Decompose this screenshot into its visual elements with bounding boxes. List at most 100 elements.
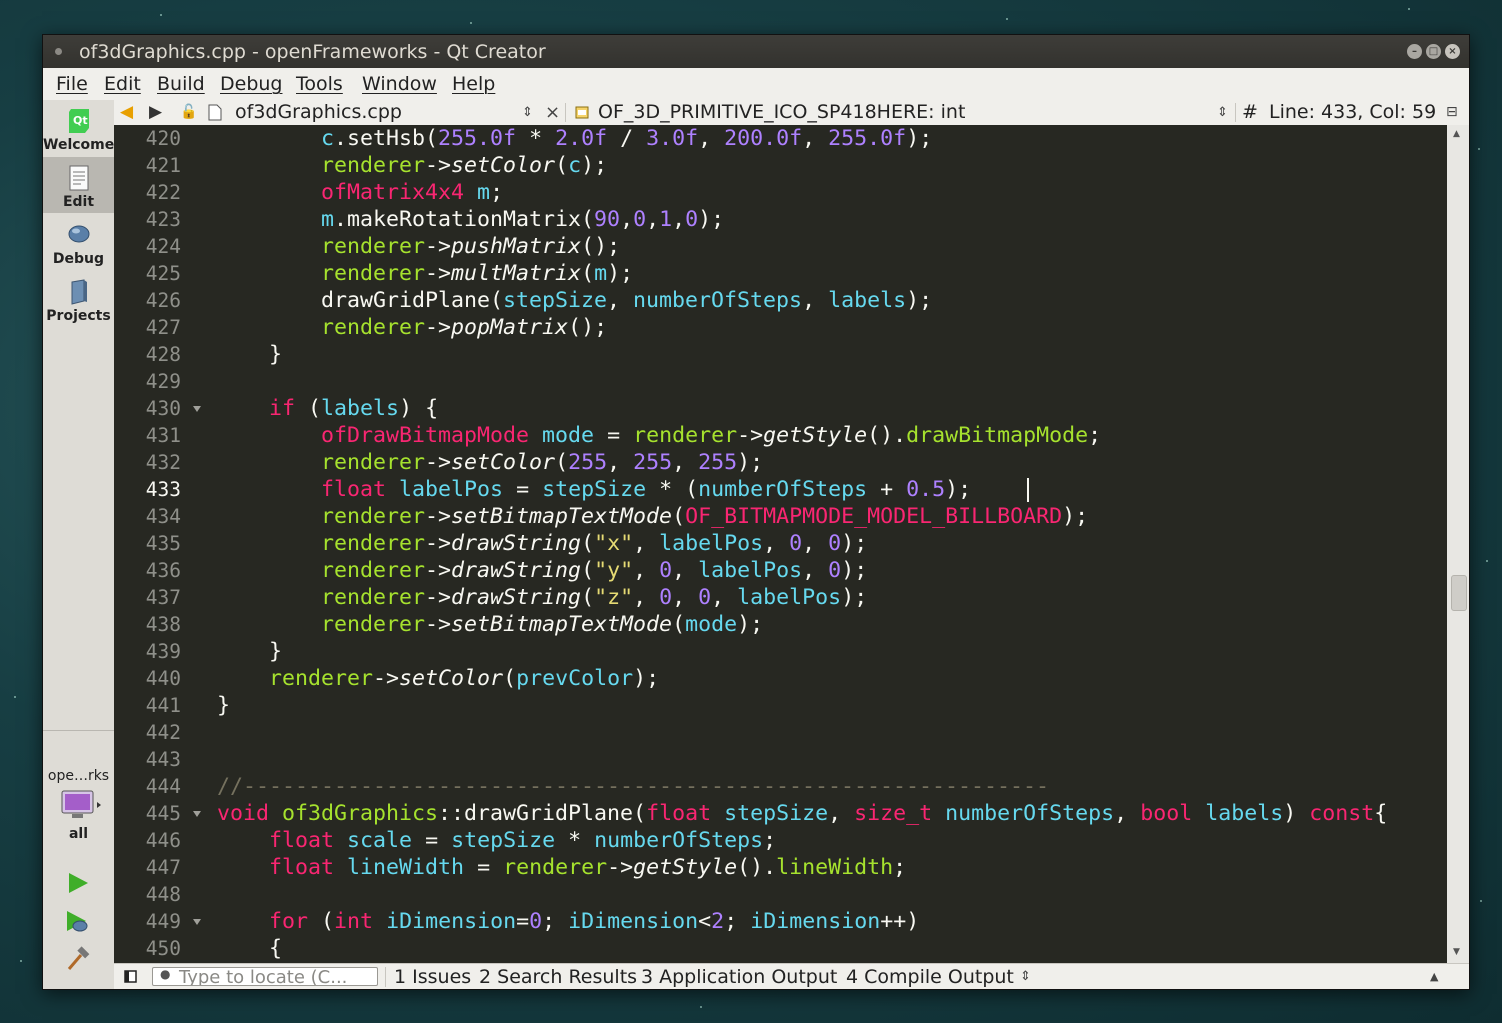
scroll-up-icon[interactable]: ▲: [1453, 129, 1460, 139]
line-number: 426: [145, 289, 181, 312]
pane-compile-output[interactable]: 4 Compile Output: [846, 964, 1014, 989]
folder-icon: [71, 279, 87, 305]
target-project-label: ope…rks: [47, 768, 110, 784]
text-cursor: [1027, 478, 1029, 502]
line-number: 449: [145, 910, 181, 933]
title-bar[interactable]: of3dGraphics.cpp - openFrameworks - Qt C…: [43, 35, 1469, 68]
menu-build[interactable]: Build: [157, 72, 205, 96]
line-number: 445: [145, 802, 181, 825]
menu-edit[interactable]: Edit: [104, 72, 141, 96]
debug-run-button[interactable]: [65, 910, 91, 938]
symbol-selector[interactable]: OF_3D_PRIMITIVE_ICO_SP418HERE: int: [598, 100, 965, 125]
build-button[interactable]: [65, 946, 91, 976]
line-number: 433: [145, 478, 181, 501]
line-number: 420: [145, 127, 181, 150]
pane-more-arrows-icon[interactable]: ⇕: [1020, 964, 1031, 989]
code-line: renderer->setBitmapTextMode(mode);: [321, 612, 764, 637]
code-line: drawGridPlane(stepSize, numberOfSteps, l…: [217, 288, 933, 313]
line-number: 436: [145, 559, 181, 582]
window-menu-icon[interactable]: [55, 48, 62, 55]
line-number: 447: [145, 856, 181, 879]
code-line: renderer->pushMatrix();: [321, 234, 621, 259]
code-line: m.makeRotationMatrix(90,0,1,0);: [321, 207, 725, 232]
code-line: renderer->setColor(c);: [321, 153, 608, 178]
line-number: 428: [145, 343, 181, 366]
code-line: renderer->setColor(255, 255, 255);: [321, 450, 764, 475]
code-line: renderer->drawString("z", 0, 0, labelPos…: [321, 585, 868, 610]
line-number: 424: [145, 235, 181, 258]
code-line: }: [217, 639, 283, 664]
menu-debug[interactable]: Debug: [220, 72, 282, 96]
forward-arrow-icon[interactable]: ▶: [149, 100, 162, 125]
pane-search-results[interactable]: 2 Search Results: [479, 964, 637, 989]
menu-file[interactable]: File: [56, 72, 88, 96]
code-line: renderer->setBitmapTextMode(OF_BITMAPMOD…: [321, 504, 1089, 529]
code-line: renderer->setColor(prevColor);: [269, 666, 660, 691]
run-button[interactable]: [67, 872, 89, 898]
line-number: 440: [145, 667, 181, 690]
code-line: }: [217, 693, 231, 718]
code-line: float lineWidth = renderer->getStyle().l…: [269, 855, 907, 880]
scrollbar-thumb[interactable]: [1451, 575, 1467, 611]
document-icon: [69, 165, 89, 191]
toolbar-divider-2: [1235, 103, 1236, 122]
back-arrow-icon[interactable]: ◀: [120, 100, 133, 125]
locator-input[interactable]: Type to locate (C...: [152, 967, 378, 986]
line-number: 443: [145, 748, 181, 771]
mode-edit[interactable]: Edit: [43, 157, 114, 213]
code-line-current: float labelPos = stepSize * (numberOfSte…: [321, 477, 972, 502]
split-icon[interactable]: ⊟: [1446, 100, 1458, 125]
line-number: 421: [145, 154, 181, 177]
scroll-down-icon[interactable]: ▼: [1453, 947, 1460, 957]
toolbar-divider: [565, 103, 566, 122]
code-line: //--------------------------------------…: [217, 774, 1050, 799]
code-line: for (int iDimension=0; iDimension<2; iDi…: [269, 909, 920, 934]
code-line: ofMatrix4x4 m;: [321, 180, 504, 205]
code-line: if (labels) {: [269, 396, 439, 421]
line-number: 448: [145, 883, 181, 906]
lock-icon[interactable]: 🔓: [180, 100, 197, 125]
code-line: renderer->multMatrix(m);: [321, 261, 634, 286]
toggle-sidebar-icon[interactable]: [124, 970, 137, 983]
symbol-selector-arrows-icon[interactable]: ⇕: [1217, 100, 1228, 125]
fold-marker-icon[interactable]: [193, 811, 201, 817]
vertical-scrollbar[interactable]: ▲ ▼: [1447, 125, 1469, 963]
pane-divider: [385, 967, 386, 987]
close-icon[interactable]: ×: [1445, 44, 1460, 59]
fold-marker-icon[interactable]: [193, 406, 201, 412]
code-editor[interactable]: 420 421 422 423 424 425 426 427 428 429 430 431 432 4…: [114, 125, 1469, 963]
line-number: 442: [145, 721, 181, 744]
target-selector[interactable]: [61, 790, 101, 826]
menu-help[interactable]: Help: [452, 72, 495, 96]
close-document-icon[interactable]: ×: [545, 100, 560, 125]
line-number: 429: [145, 370, 181, 393]
menu-tools[interactable]: Tools: [296, 72, 343, 96]
cursor-position[interactable]: Line: 433, Col: 59: [1269, 100, 1436, 125]
symbol-icon: [575, 106, 589, 119]
mode-debug[interactable]: Debug: [43, 214, 114, 270]
code-line: ofDrawBitmapMode mode = renderer->getSty…: [321, 423, 1102, 448]
menu-window[interactable]: Window: [362, 72, 437, 96]
maximize-icon[interactable]: □: [1426, 44, 1441, 59]
pane-expand-icon[interactable]: ▲: [1430, 964, 1438, 989]
minimize-icon[interactable]: –: [1407, 44, 1422, 59]
pane-issues[interactable]: 1 Issues: [394, 964, 471, 989]
qt-creator-window: of3dGraphics.cpp - openFrameworks - Qt C…: [42, 34, 1470, 990]
hash-label: #: [1242, 101, 1258, 123]
run-icon: [69, 873, 88, 893]
file-selector[interactable]: of3dGraphics.cpp: [235, 100, 402, 125]
editor-toolbar: ◀ ▶ 🔓 of3dGraphics.cpp ⇕ × OF_3D_PRIMITI…: [114, 100, 1469, 126]
line-number: 444: [145, 775, 181, 798]
line-number-gutter: 420 421 422 423 424 425 426 427 428 429 430 431 432 4…: [114, 125, 212, 963]
file-selector-arrows-icon[interactable]: ⇕: [522, 100, 533, 125]
mode-projects[interactable]: Projects: [43, 271, 114, 327]
pane-application-output[interactable]: 3 Application Output: [641, 964, 837, 989]
code-line: float scale = stepSize * numberOfSteps;: [269, 828, 777, 853]
mode-debug-label: Debug: [52, 251, 105, 267]
mode-welcome[interactable]: Qt Welcome: [43, 100, 114, 156]
fold-marker-icon[interactable]: [193, 919, 201, 925]
